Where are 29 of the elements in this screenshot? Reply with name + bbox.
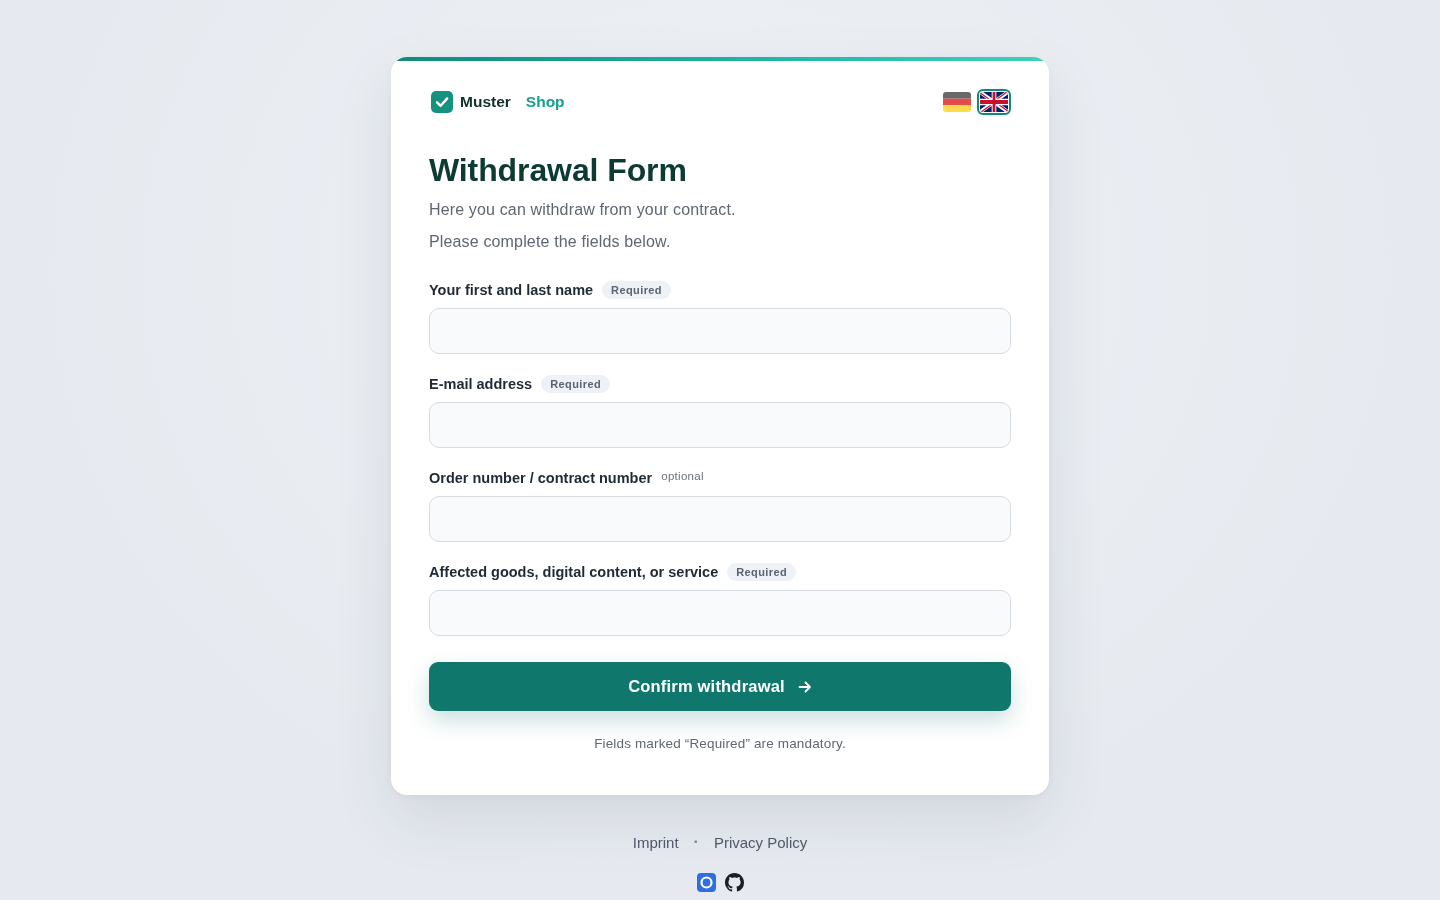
cat-silhouette-icon[interactable] bbox=[724, 873, 744, 892]
text-input-field[interactable] bbox=[429, 402, 1011, 448]
footer-link[interactable]: Privacy Policy bbox=[713, 833, 808, 851]
arrow-right-icon bbox=[797, 679, 812, 694]
checkbox-icon bbox=[431, 91, 453, 113]
text-input-field[interactable] bbox=[429, 590, 1011, 636]
language-button[interactable] bbox=[977, 89, 1011, 115]
brand-suffix: Shop bbox=[525, 93, 565, 111]
required-badge: Required bbox=[727, 563, 797, 581]
brand-name: Muster bbox=[460, 93, 511, 111]
required-badge: Required bbox=[602, 281, 671, 299]
mandatory-note: Fields marked “Required” are mandatory. bbox=[593, 735, 847, 753]
confirm-button[interactable]: Confirm withdrawal bbox=[429, 662, 1011, 711]
field-label: Your first and last name bbox=[429, 282, 594, 298]
field-label: Affected goods, digital content, or service bbox=[429, 564, 719, 580]
german-flag-icon bbox=[943, 92, 971, 112]
uk-flag-icon bbox=[980, 92, 1008, 112]
intro-text: Here you can withdraw from your contract. bbox=[429, 200, 737, 220]
text-input-field[interactable] bbox=[429, 496, 1011, 542]
field-label: E-mail address bbox=[429, 376, 533, 392]
field-label: Order number / contract number bbox=[429, 470, 653, 486]
intro-text: Please complete the fields below. bbox=[429, 232, 672, 252]
form-title: Withdrawal Form bbox=[429, 151, 688, 189]
text-input-field[interactable] bbox=[429, 308, 1011, 354]
link-separator: · bbox=[693, 833, 699, 851]
footer-link[interactable]: Imprint bbox=[632, 833, 679, 851]
required-badge: Required bbox=[541, 375, 611, 393]
optional-hint: optional bbox=[661, 470, 704, 482]
ring-icon[interactable] bbox=[696, 873, 716, 892]
